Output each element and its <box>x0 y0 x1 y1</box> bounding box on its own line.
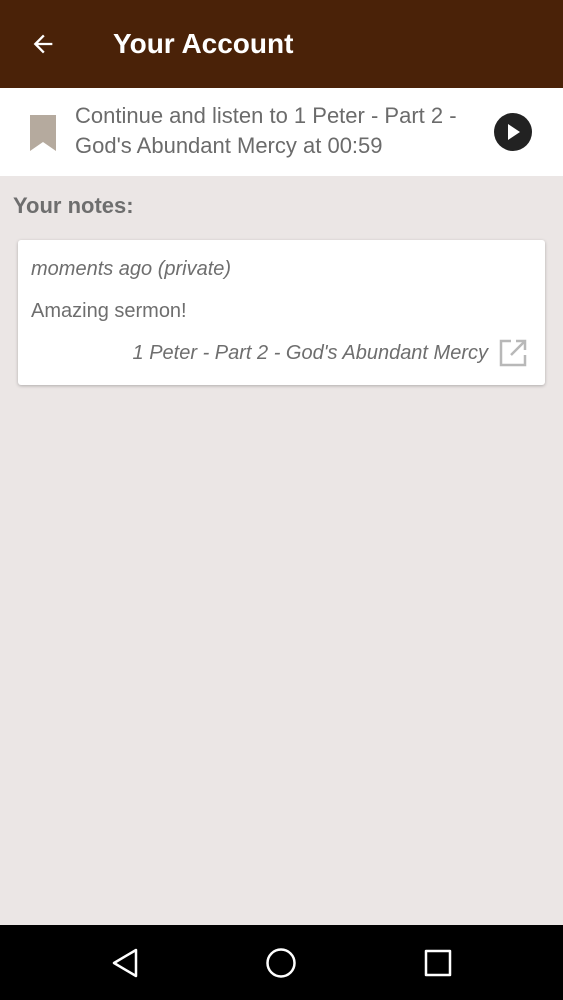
play-icon <box>508 124 520 140</box>
back-button[interactable] <box>22 24 64 64</box>
notes-heading: Your notes: <box>13 193 134 218</box>
note-sermon-link[interactable]: 1 Peter - Part 2 - God's Abundant Mercy <box>133 340 488 366</box>
arrow-left-icon <box>33 34 53 54</box>
resume-text[interactable]: Continue and listen to 1 Peter - Part 2 … <box>75 101 480 161</box>
nav-home-icon <box>266 947 296 978</box>
note-timestamp: moments ago (private) <box>31 258 232 280</box>
open-in-new-icon[interactable] <box>498 338 528 368</box>
nav-home-button[interactable] <box>236 925 326 1000</box>
nav-recents-icon <box>424 949 452 976</box>
bookmark-icon <box>30 115 56 151</box>
nav-recents-button[interactable] <box>393 925 483 1000</box>
app-bar: Your Account <box>0 0 563 88</box>
play-button[interactable] <box>494 113 532 151</box>
nav-back-icon <box>112 948 138 977</box>
system-nav-bar <box>0 925 563 1000</box>
page-title: Your Account <box>113 28 294 59</box>
note-card: moments ago (private) Amazing sermon! 1 … <box>18 240 545 385</box>
nav-back-button[interactable] <box>80 925 170 1000</box>
note-text: Amazing sermon! <box>31 300 187 322</box>
